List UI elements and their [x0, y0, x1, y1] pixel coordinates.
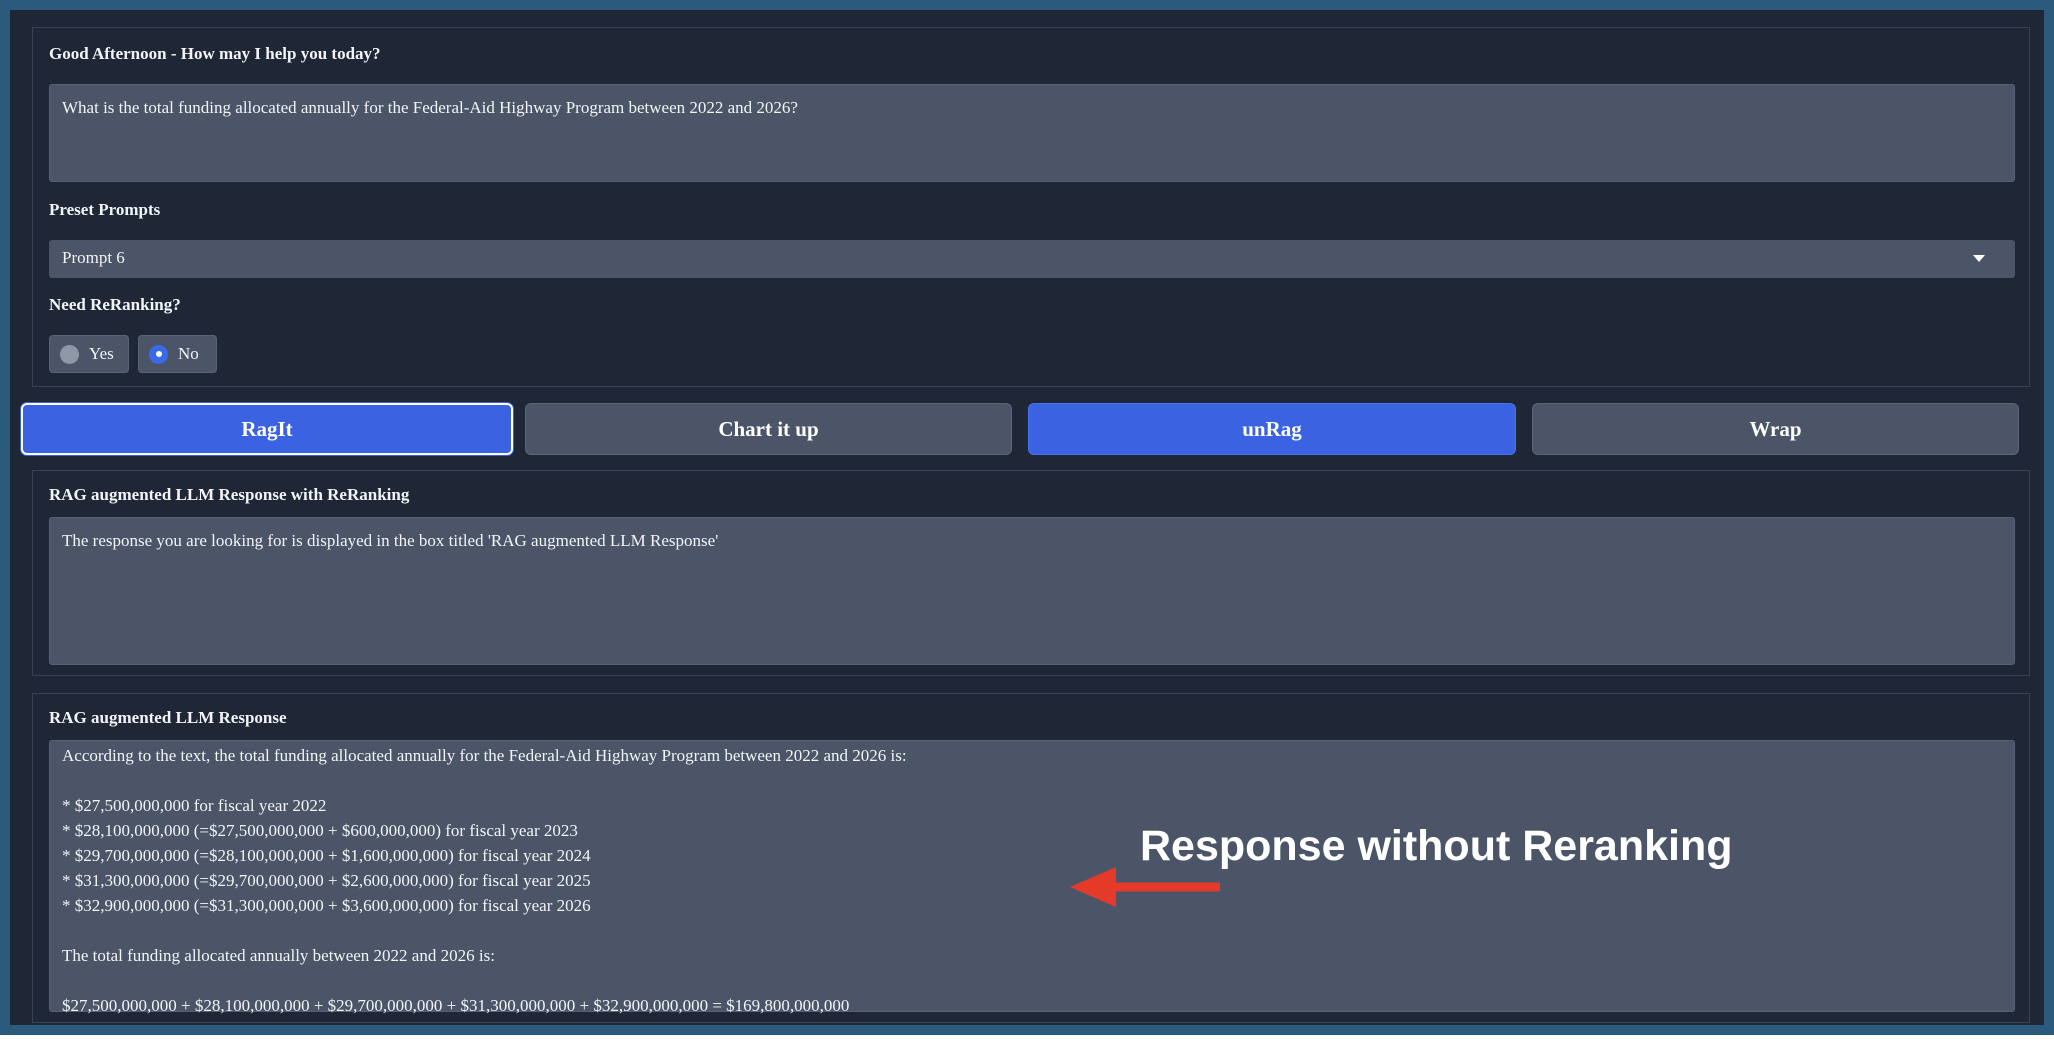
radio-unchecked-icon — [60, 344, 79, 364]
rerank-response-output[interactable]: The response you are looking for is disp… — [49, 517, 2015, 665]
query-label: Good Afternoon - How may I help you toda… — [49, 44, 381, 63]
rerank-response-label: RAG augmented LLM Response with ReRankin… — [49, 485, 410, 504]
preset-prompts-dropdown[interactable]: Prompt 6 — [49, 240, 2015, 278]
input-panel: Good Afternoon - How may I help you toda… — [32, 27, 2030, 387]
rerank-label: Need ReRanking? — [49, 295, 181, 314]
preset-selected-value: Prompt 6 — [62, 248, 125, 267]
rerank-option-no[interactable]: No — [138, 335, 217, 373]
app-frame: Good Afternoon - How may I help you toda… — [0, 0, 2054, 1035]
arrow-left-icon — [1070, 867, 1220, 907]
response-line — [62, 918, 2002, 943]
query-input[interactable]: What is the total funding allocated annu… — [49, 84, 2015, 182]
ragit-button[interactable]: RagIt — [21, 403, 513, 455]
rerank-option-label: No — [178, 344, 199, 363]
wrap-button[interactable]: Wrap — [1532, 403, 2019, 455]
response-line: According to the text, the total funding… — [62, 746, 907, 765]
radio-checked-icon — [149, 344, 168, 364]
response-line: * $31,300,000,000 (=$29,700,000,000 + $2… — [62, 871, 591, 890]
rerank-option-yes[interactable]: Yes — [49, 335, 129, 373]
response-line: The total funding allocated annually bet… — [62, 946, 495, 965]
annotation-text: Response without Reranking — [1140, 822, 1733, 870]
response-label: RAG augmented LLM Response — [49, 708, 287, 727]
rerank-option-label: Yes — [89, 344, 114, 363]
response-line: * $32,900,000,000 (=$31,300,000,000 + $3… — [62, 896, 591, 915]
chevron-down-icon — [1973, 255, 1985, 262]
response-line — [62, 768, 2002, 793]
response-line: $27,500,000,000 + $28,100,000,000 + $29,… — [62, 996, 850, 1015]
unrag-button[interactable]: unRag — [1028, 403, 1516, 455]
response-line: * $27,500,000,000 for fiscal year 2022 — [62, 796, 327, 815]
preset-prompts-label: Preset Prompts — [49, 200, 161, 219]
chart-it-up-button[interactable]: Chart it up — [525, 403, 1012, 455]
rerank-response-panel: RAG augmented LLM Response with ReRankin… — [32, 470, 2030, 676]
rerank-radio-group: Yes No — [49, 335, 349, 373]
response-line — [62, 968, 2002, 993]
response-output[interactable]: According to the text, the total funding… — [49, 740, 2015, 1015]
